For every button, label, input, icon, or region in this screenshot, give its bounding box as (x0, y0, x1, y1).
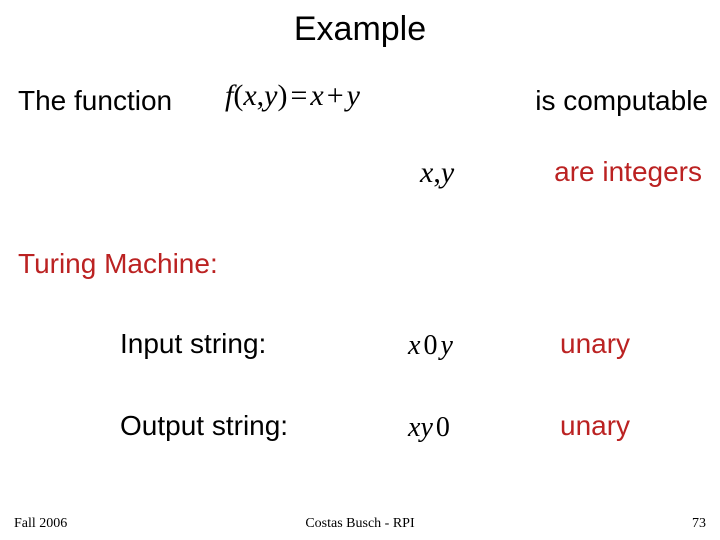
function-formula: f(x,y)=x+y (225, 79, 360, 113)
xy-variables: x,y (420, 156, 454, 190)
formula-lparen: ( (233, 79, 243, 112)
input-y: y (440, 330, 452, 361)
formula-x2: x (310, 79, 323, 112)
output-zero: 0 (433, 412, 453, 443)
input-string-expr: x0y (408, 330, 453, 362)
formula-x: x (243, 79, 256, 112)
formula-eq: = (288, 79, 311, 112)
output-string-expr: xy0 (408, 412, 453, 444)
the-function-text: The function (18, 85, 172, 117)
formula-plus: + (324, 79, 347, 112)
input-x: x (408, 330, 420, 361)
formula-y2: y (347, 79, 360, 112)
are-integers-text: are integers (554, 156, 702, 188)
output-x: x (408, 412, 420, 443)
formula-y: y (264, 79, 277, 112)
formula-rparen: ) (278, 79, 288, 112)
slide-number: 73 (692, 516, 706, 532)
footer-author: Costas Busch - RPI (0, 516, 720, 532)
var-comma: , (433, 156, 441, 189)
output-string-label: Output string: (120, 410, 288, 442)
turing-machine-heading: Turing Machine: (18, 248, 218, 280)
output-unary-text: unary (560, 410, 630, 442)
input-string-label: Input string: (120, 328, 266, 360)
input-zero: 0 (420, 330, 440, 361)
is-computable-text: is computable (535, 85, 708, 117)
var-x: x (420, 156, 433, 189)
output-y: y (420, 412, 432, 443)
input-unary-text: unary (560, 328, 630, 360)
slide-title: Example (0, 0, 720, 49)
var-y: y (441, 156, 454, 189)
